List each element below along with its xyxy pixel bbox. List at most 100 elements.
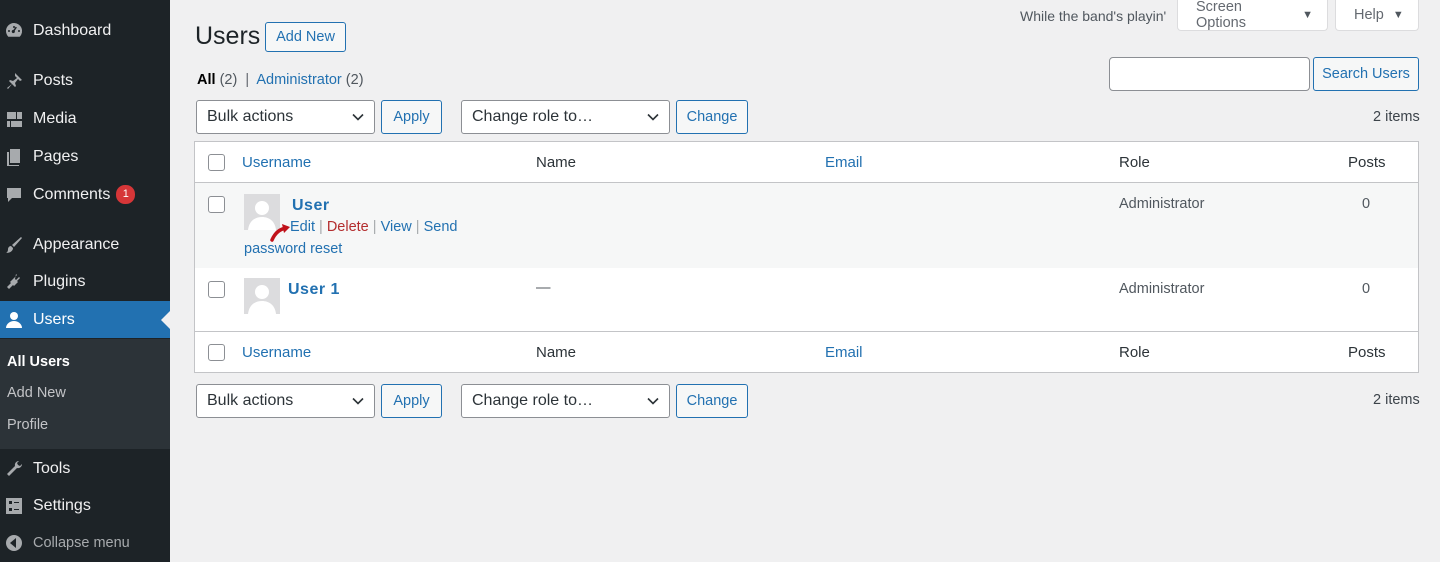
- send-password-reset-link[interactable]: password reset: [244, 241, 342, 257]
- admin-sidebar: Dashboard Posts Media Pages Comments 1 A…: [0, 0, 170, 562]
- row-checkbox[interactable]: [208, 281, 225, 298]
- change-role-select-bottom[interactable]: Change role to…: [461, 384, 670, 418]
- paintbrush-icon: [4, 235, 24, 255]
- users-submenu: All Users Add New Profile: [0, 339, 170, 449]
- column-role: Role: [1119, 154, 1150, 171]
- menu-item-dashboard[interactable]: Dashboard: [0, 12, 170, 49]
- change-role-value: Change role to…: [472, 108, 593, 125]
- items-count: 2 items: [1373, 109, 1420, 125]
- menu-item-comments[interactable]: Comments 1: [0, 176, 170, 213]
- wrench-icon: [4, 459, 24, 479]
- submenu-add-new[interactable]: Add New: [7, 385, 66, 401]
- column-email[interactable]: Email: [825, 344, 863, 361]
- role-cell: Administrator: [1119, 196, 1205, 212]
- user-icon: [4, 310, 24, 330]
- chevron-down-icon: [352, 397, 364, 405]
- menu-item-plugins[interactable]: Plugins: [0, 263, 170, 300]
- column-email[interactable]: Email: [825, 154, 863, 171]
- submenu-all-users[interactable]: All Users: [7, 354, 70, 370]
- column-username[interactable]: Username: [242, 154, 311, 171]
- submenu-profile[interactable]: Profile: [7, 417, 48, 433]
- role-cell: Administrator: [1119, 281, 1205, 297]
- username-link[interactable]: User: [292, 197, 330, 215]
- help-button[interactable]: Help ▼: [1335, 0, 1419, 31]
- column-name: Name: [536, 154, 577, 171]
- search-users-button[interactable]: Search Users: [1313, 57, 1419, 91]
- comments-count-badge: 1: [116, 185, 136, 204]
- menu-label: Appearance: [33, 235, 120, 253]
- menu-label: Users: [33, 310, 75, 328]
- bulk-actions-select[interactable]: Bulk actions: [196, 100, 375, 134]
- current-menu-arrow: [161, 311, 170, 329]
- bulk-actions-value: Bulk actions: [207, 392, 294, 409]
- apply-button-bottom[interactable]: Apply: [381, 384, 442, 418]
- select-all-checkbox[interactable]: [208, 154, 225, 171]
- chevron-down-icon: [647, 397, 659, 405]
- filter-administrator[interactable]: Administrator: [256, 72, 341, 88]
- menu-item-media[interactable]: Media: [0, 100, 170, 137]
- posts-count-link[interactable]: 0: [1362, 196, 1370, 212]
- collapse-menu-button[interactable]: Collapse menu: [0, 527, 170, 559]
- table-row: User Edit | Delete | View | Send passwor…: [195, 183, 1418, 268]
- menu-label: Plugins: [33, 272, 86, 290]
- column-posts: Posts: [1348, 344, 1386, 361]
- change-role-select[interactable]: Change role to…: [461, 100, 670, 134]
- menu-label: Tools: [33, 459, 71, 477]
- table-header: Username Name Email Role Posts: [195, 142, 1418, 183]
- avatar: [244, 278, 280, 314]
- screen-options-label: Screen Options: [1196, 0, 1246, 31]
- row-actions: Edit | Delete | View | Send: [290, 219, 458, 235]
- caret-down-icon: ▼: [1302, 9, 1313, 21]
- row-checkbox[interactable]: [208, 196, 225, 213]
- collapse-icon: [4, 533, 24, 553]
- edit-user-link[interactable]: Edit: [290, 219, 315, 235]
- change-role-button[interactable]: Change: [676, 100, 748, 134]
- plugin-icon: [4, 272, 24, 292]
- delete-user-link[interactable]: Delete: [327, 219, 369, 235]
- column-role: Role: [1119, 344, 1150, 361]
- user-role-filters: All (2) | Administrator (2): [197, 72, 364, 88]
- user-search-input[interactable]: [1109, 57, 1310, 91]
- filter-all-count: (2): [219, 72, 238, 88]
- settings-icon: [4, 496, 24, 516]
- bulk-actions-select-bottom[interactable]: Bulk actions: [196, 384, 375, 418]
- add-new-user-button[interactable]: Add New: [265, 22, 346, 52]
- pin-icon: [4, 71, 24, 91]
- change-role-value: Change role to…: [472, 392, 593, 409]
- menu-item-posts[interactable]: Posts: [0, 62, 170, 99]
- table-footer: Username Name Email Role Posts: [195, 331, 1418, 372]
- annotation-arrow-icon: [270, 224, 290, 242]
- posts-count-link[interactable]: 0: [1362, 281, 1370, 297]
- screen-options-button[interactable]: Screen Options ▼: [1177, 0, 1328, 31]
- column-posts: Posts: [1348, 154, 1386, 171]
- menu-label: Media: [33, 109, 77, 127]
- row-actions-continued: password reset: [244, 241, 342, 257]
- menu-label: Comments: [33, 185, 111, 203]
- column-username[interactable]: Username: [242, 344, 311, 361]
- apply-button[interactable]: Apply: [381, 100, 442, 134]
- comments-icon: [4, 185, 24, 205]
- collapse-label: Collapse menu: [33, 535, 130, 551]
- default-avatar-icon: [244, 278, 280, 314]
- menu-item-settings[interactable]: Settings: [0, 487, 170, 524]
- menu-item-appearance[interactable]: Appearance: [0, 226, 170, 263]
- menu-label: Pages: [33, 147, 79, 165]
- filter-separator: |: [245, 72, 250, 88]
- menu-label: Posts: [33, 71, 74, 89]
- page-title: Users: [195, 22, 261, 50]
- pages-icon: [4, 147, 24, 167]
- menu-label: Settings: [33, 496, 91, 514]
- menu-item-tools[interactable]: Tools: [0, 450, 170, 487]
- filter-all[interactable]: All: [197, 72, 216, 88]
- select-all-checkbox[interactable]: [208, 344, 225, 361]
- bulk-actions-value: Bulk actions: [207, 108, 294, 125]
- menu-item-pages[interactable]: Pages: [0, 138, 170, 175]
- change-role-button-bottom[interactable]: Change: [676, 384, 748, 418]
- send-password-reset-link[interactable]: Send: [424, 219, 458, 235]
- items-count-bottom: 2 items: [1373, 392, 1420, 408]
- users-table: Username Name Email Role Posts User Edit…: [194, 141, 1419, 373]
- menu-item-users[interactable]: Users: [0, 301, 170, 338]
- chevron-down-icon: [352, 113, 364, 121]
- view-user-link[interactable]: View: [381, 219, 412, 235]
- username-link[interactable]: User 1: [288, 281, 340, 299]
